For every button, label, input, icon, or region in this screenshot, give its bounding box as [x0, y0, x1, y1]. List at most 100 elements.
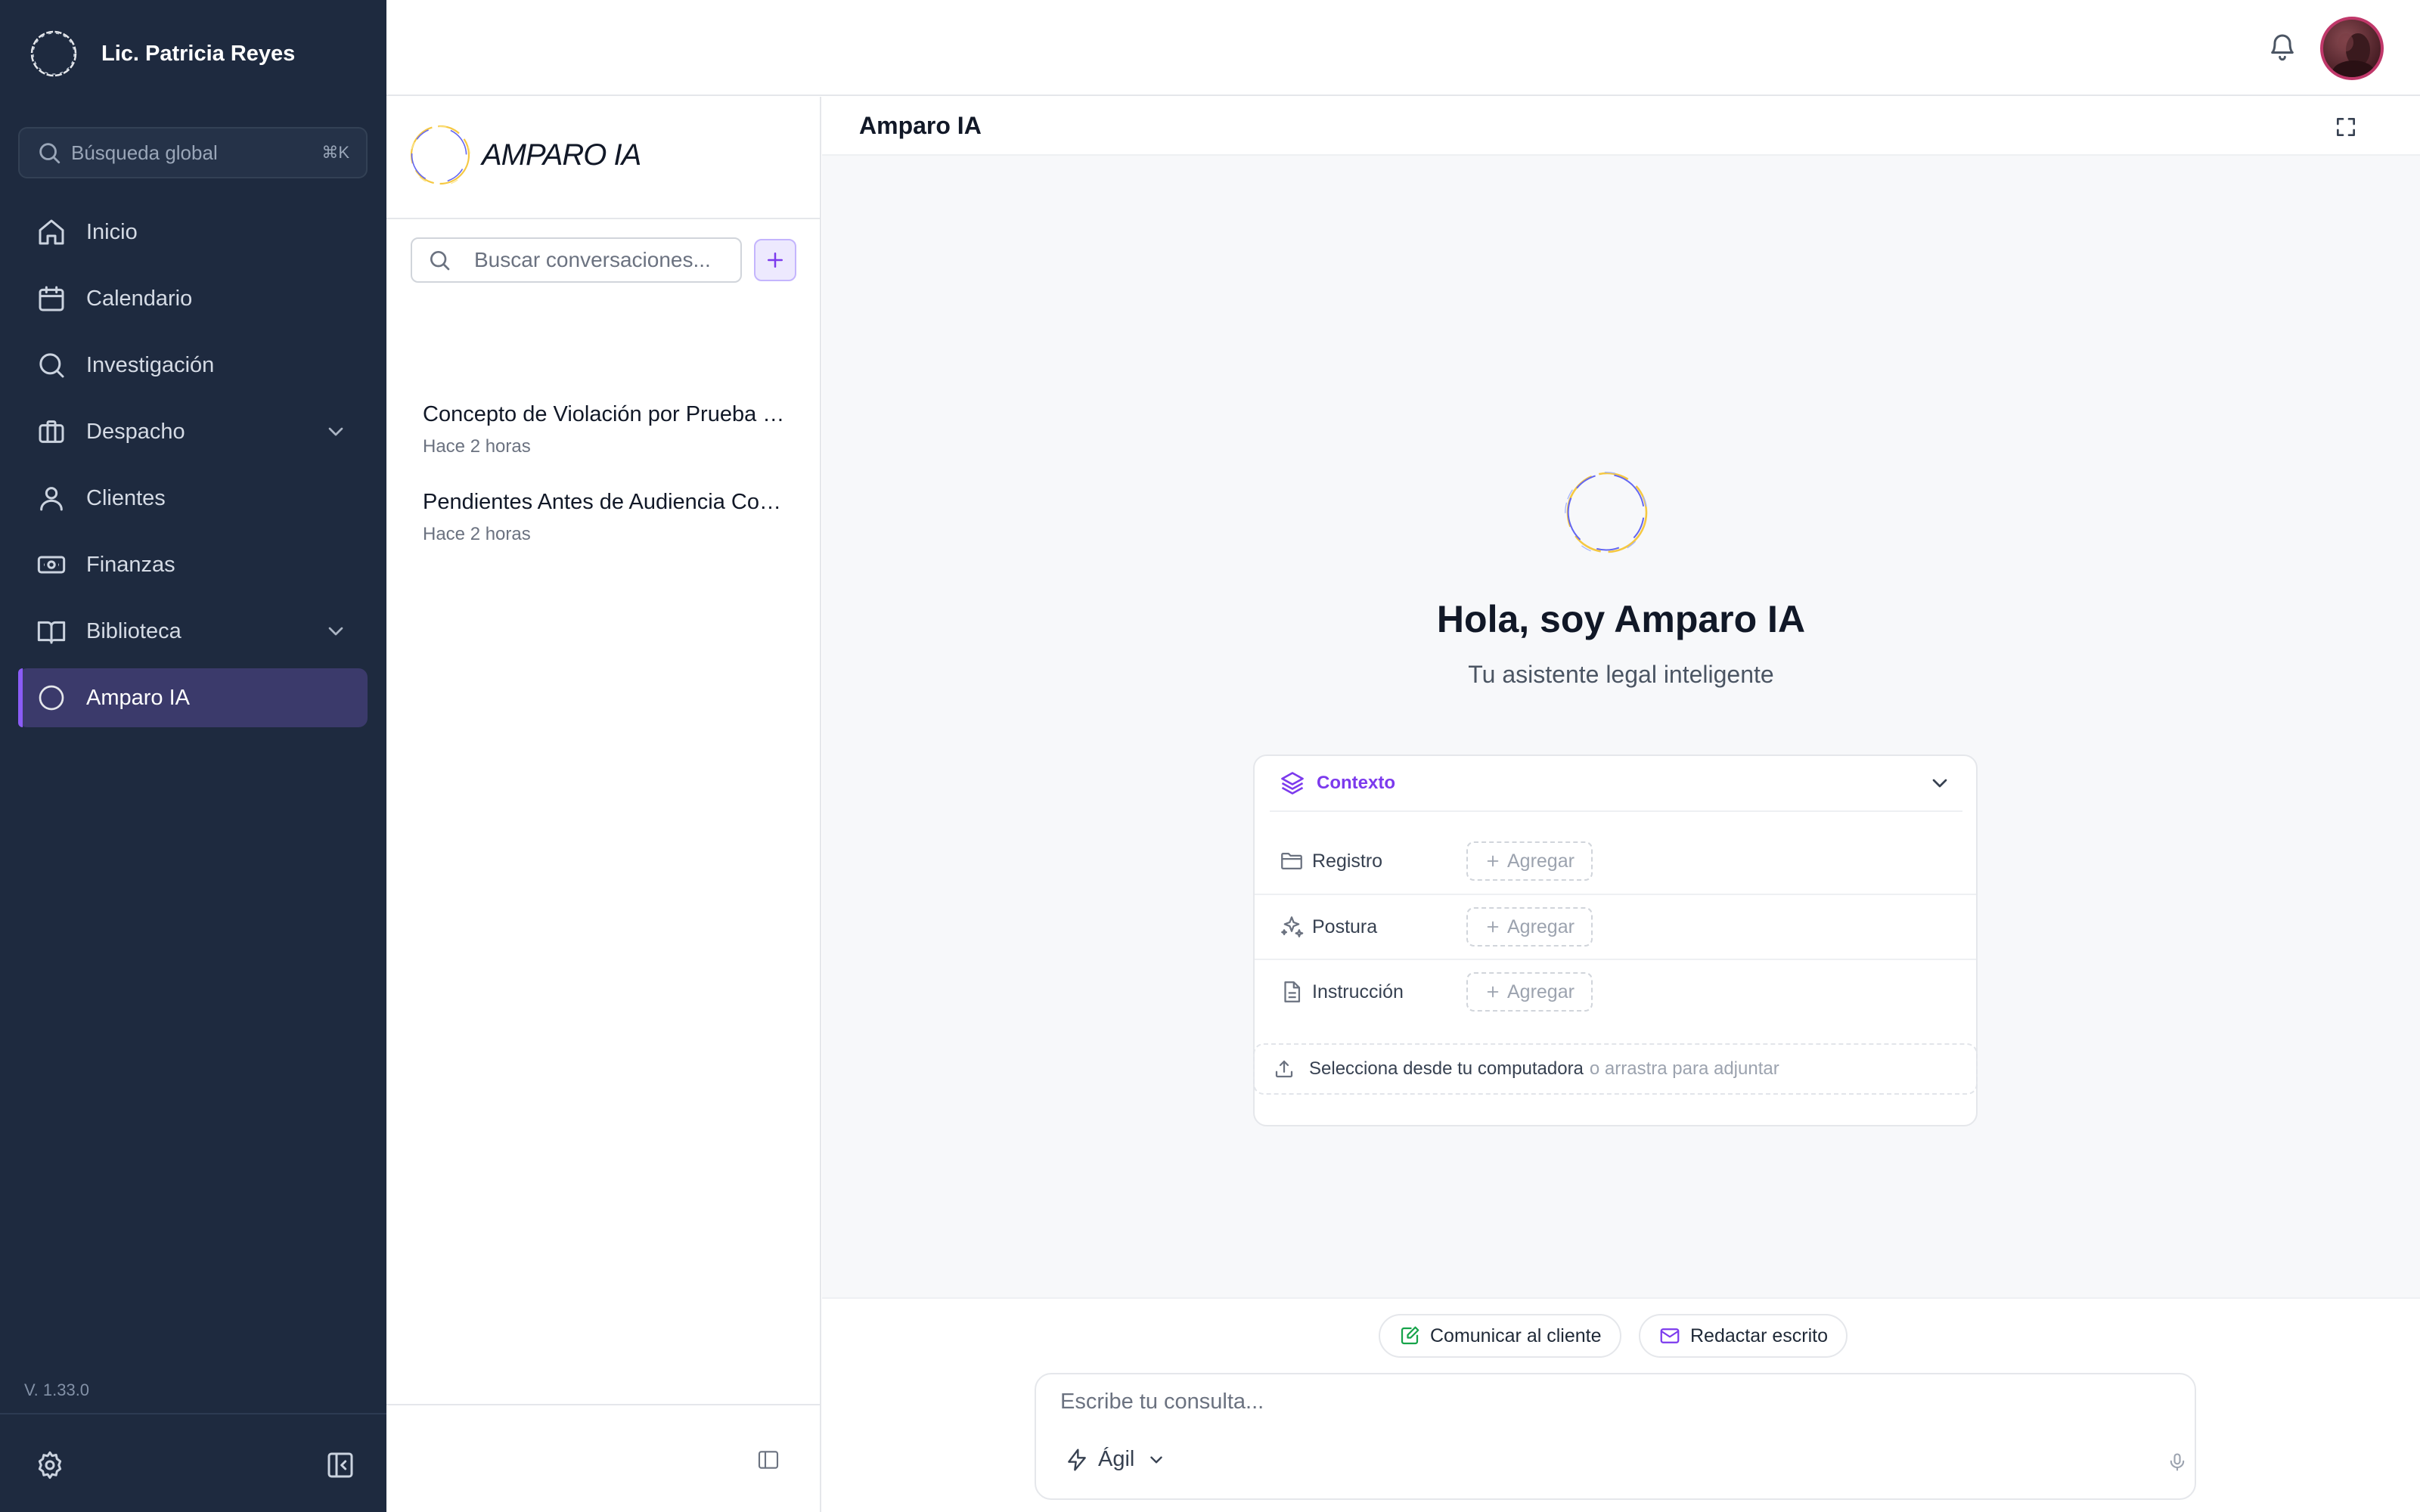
chat-header: Amparo IA	[822, 97, 2420, 156]
sidebar-item-label: Calendario	[86, 286, 193, 311]
sidebar-item-finanzas[interactable]: Finanzas	[18, 535, 368, 594]
logo-text: AMPARO IA	[482, 138, 641, 172]
search-shortcut: ⌘K	[321, 143, 349, 162]
search-icon	[39, 353, 64, 378]
sidebar-item-investigacion[interactable]: Investigación	[18, 336, 368, 395]
attach-secondary-text: o arrastra para adjuntar	[1589, 1058, 1779, 1079]
add-label: Agregar	[1507, 916, 1575, 937]
amparo-logo-icon	[30, 30, 77, 77]
sidebar-item-label: Inicio	[86, 219, 138, 244]
user-icon	[40, 487, 63, 511]
sidebar-item-inicio[interactable]: Inicio	[18, 203, 368, 262]
plus-icon	[768, 253, 783, 268]
global-search[interactable]: Búsqueda global ⌘K	[18, 127, 368, 178]
add-label: Agregar	[1507, 850, 1575, 872]
sidebar-item-label: Clientes	[86, 485, 166, 510]
document-icon	[1284, 981, 1301, 1002]
book-icon	[37, 621, 66, 644]
sidebar-item-label: Investigación	[86, 352, 215, 377]
conversation-time: Hace 2 horas	[423, 436, 531, 457]
top-bar	[386, 0, 2420, 96]
collapse-sidebar-icon[interactable]	[325, 1450, 355, 1480]
message-composer[interactable]: Escribe tu consulta... Ágil	[1035, 1373, 2196, 1500]
chat-main: Amparo IA Hola, soy Amparo IA Tu asisten…	[822, 97, 2420, 1512]
context-row-registro: Registro Agregar	[1255, 829, 1976, 894]
conversation-title: Pendientes Antes de Audiencia Constituci…	[423, 490, 786, 514]
sidebar-item-despacho[interactable]: Despacho	[18, 402, 368, 461]
search-icon	[430, 251, 450, 271]
folder-icon	[1281, 852, 1302, 870]
expand-icon[interactable]	[2334, 115, 2358, 139]
conversation-title: Concepto de Violación por Prueba Ilícita	[423, 402, 786, 426]
main-nav: Inicio Calendario Investigación Despacho…	[18, 203, 368, 735]
amparo-ring-icon	[39, 685, 64, 711]
user-profile[interactable]: Lic. Patricia Reyes	[29, 29, 295, 79]
mail-icon	[1660, 1328, 1680, 1343]
app-version: V. 1.33.0	[24, 1380, 90, 1399]
layers-icon	[1281, 772, 1304, 795]
sidebar-item-calendario[interactable]: Calendario	[18, 269, 368, 328]
sidebar-item-label: Biblioteca	[86, 618, 182, 643]
lightning-icon	[1068, 1448, 1086, 1471]
banknote-icon	[37, 556, 66, 574]
user-name: Lic. Patricia Reyes	[101, 41, 296, 66]
list-item[interactable]: Concepto de Violación por Prueba Ilícita…	[423, 402, 793, 490]
context-row-postura: Postura Agregar	[1255, 894, 1976, 959]
calendar-icon	[39, 286, 64, 311]
file-attach-dropzone[interactable]: Selecciona desde tu computadora o arrast…	[1253, 1043, 1978, 1095]
list-item[interactable]: Pendientes Antes de Audiencia Constituci…	[423, 490, 793, 578]
draft-document-button[interactable]: Redactar escrito	[1639, 1314, 1848, 1358]
amparo-ring-icon	[1565, 471, 1648, 555]
communicate-client-button[interactable]: Comunicar al cliente	[1379, 1314, 1621, 1358]
add-instruccion-button[interactable]: Agregar	[1466, 972, 1593, 1012]
context-label: Contexto	[1317, 773, 1395, 793]
sidebar-item-label: Amparo IA	[86, 685, 190, 710]
chevron-down-icon	[1150, 1456, 1163, 1463]
chat-title: Amparo IA	[859, 112, 982, 139]
context-row-instruccion: Instrucción Agregar	[1255, 959, 1976, 1024]
greeting-title: Hola, soy Amparo IA	[1436, 598, 1806, 640]
toggle-panel-icon[interactable]	[756, 1448, 780, 1472]
message-input[interactable]: Escribe tu consulta...	[1060, 1390, 1264, 1414]
context-row-label: Postura	[1312, 916, 1378, 937]
plus-icon	[1487, 921, 1499, 933]
context-header[interactable]: Contexto	[1270, 756, 1962, 812]
mode-selector[interactable]: Ágil	[1065, 1447, 1166, 1472]
conversation-search-placeholder: Buscar conversaciones...	[474, 248, 711, 271]
quick-action-label: Redactar escrito	[1690, 1325, 1829, 1346]
new-conversation-button[interactable]	[754, 239, 796, 281]
chevron-down-icon[interactable]	[324, 619, 348, 643]
plus-icon	[1487, 986, 1499, 998]
conversation-search-input[interactable]: Buscar conversaciones...	[411, 237, 742, 283]
mode-label: Ágil	[1098, 1447, 1135, 1471]
divider	[386, 218, 820, 219]
divider	[386, 1404, 820, 1405]
avatar[interactable]	[2320, 17, 2384, 80]
amparo-ring-logo-icon	[410, 125, 470, 186]
plus-icon	[1487, 855, 1499, 867]
composer-area: Comunicar al cliente Redactar escrito Es…	[822, 1297, 2420, 1512]
chevron-down-icon[interactable]	[1928, 771, 1952, 795]
attach-primary-text: Selecciona desde tu computadora	[1309, 1058, 1584, 1079]
add-registro-button[interactable]: Agregar	[1466, 841, 1593, 881]
context-row-label: Instrucción	[1312, 981, 1404, 1002]
sidebar-item-amparo-ia[interactable]: Amparo IA	[18, 668, 368, 727]
context-row-label: Registro	[1312, 850, 1383, 872]
add-postura-button[interactable]: Agregar	[1466, 907, 1593, 947]
briefcase-icon	[39, 420, 64, 443]
gear-icon[interactable]	[35, 1450, 65, 1480]
conversation-list: Concepto de Violación por Prueba Ilícita…	[423, 402, 793, 578]
microphone-icon[interactable]	[2167, 1452, 2188, 1473]
home-icon	[39, 219, 64, 245]
conversation-time: Hace 2 horas	[423, 524, 531, 544]
chevron-down-icon[interactable]	[324, 420, 348, 444]
sidebar-item-clientes[interactable]: Clientes	[18, 469, 368, 528]
sparkles-icon	[1281, 916, 1304, 937]
quick-action-label: Comunicar al cliente	[1430, 1325, 1602, 1346]
edit-note-icon	[1401, 1326, 1419, 1345]
add-label: Agregar	[1507, 981, 1575, 1002]
sidebar-item-label: Finanzas	[86, 552, 175, 577]
sidebar-item-biblioteca[interactable]: Biblioteca	[18, 602, 368, 661]
bell-icon[interactable]	[2267, 32, 2297, 62]
global-search-placeholder: Búsqueda global	[71, 141, 218, 164]
